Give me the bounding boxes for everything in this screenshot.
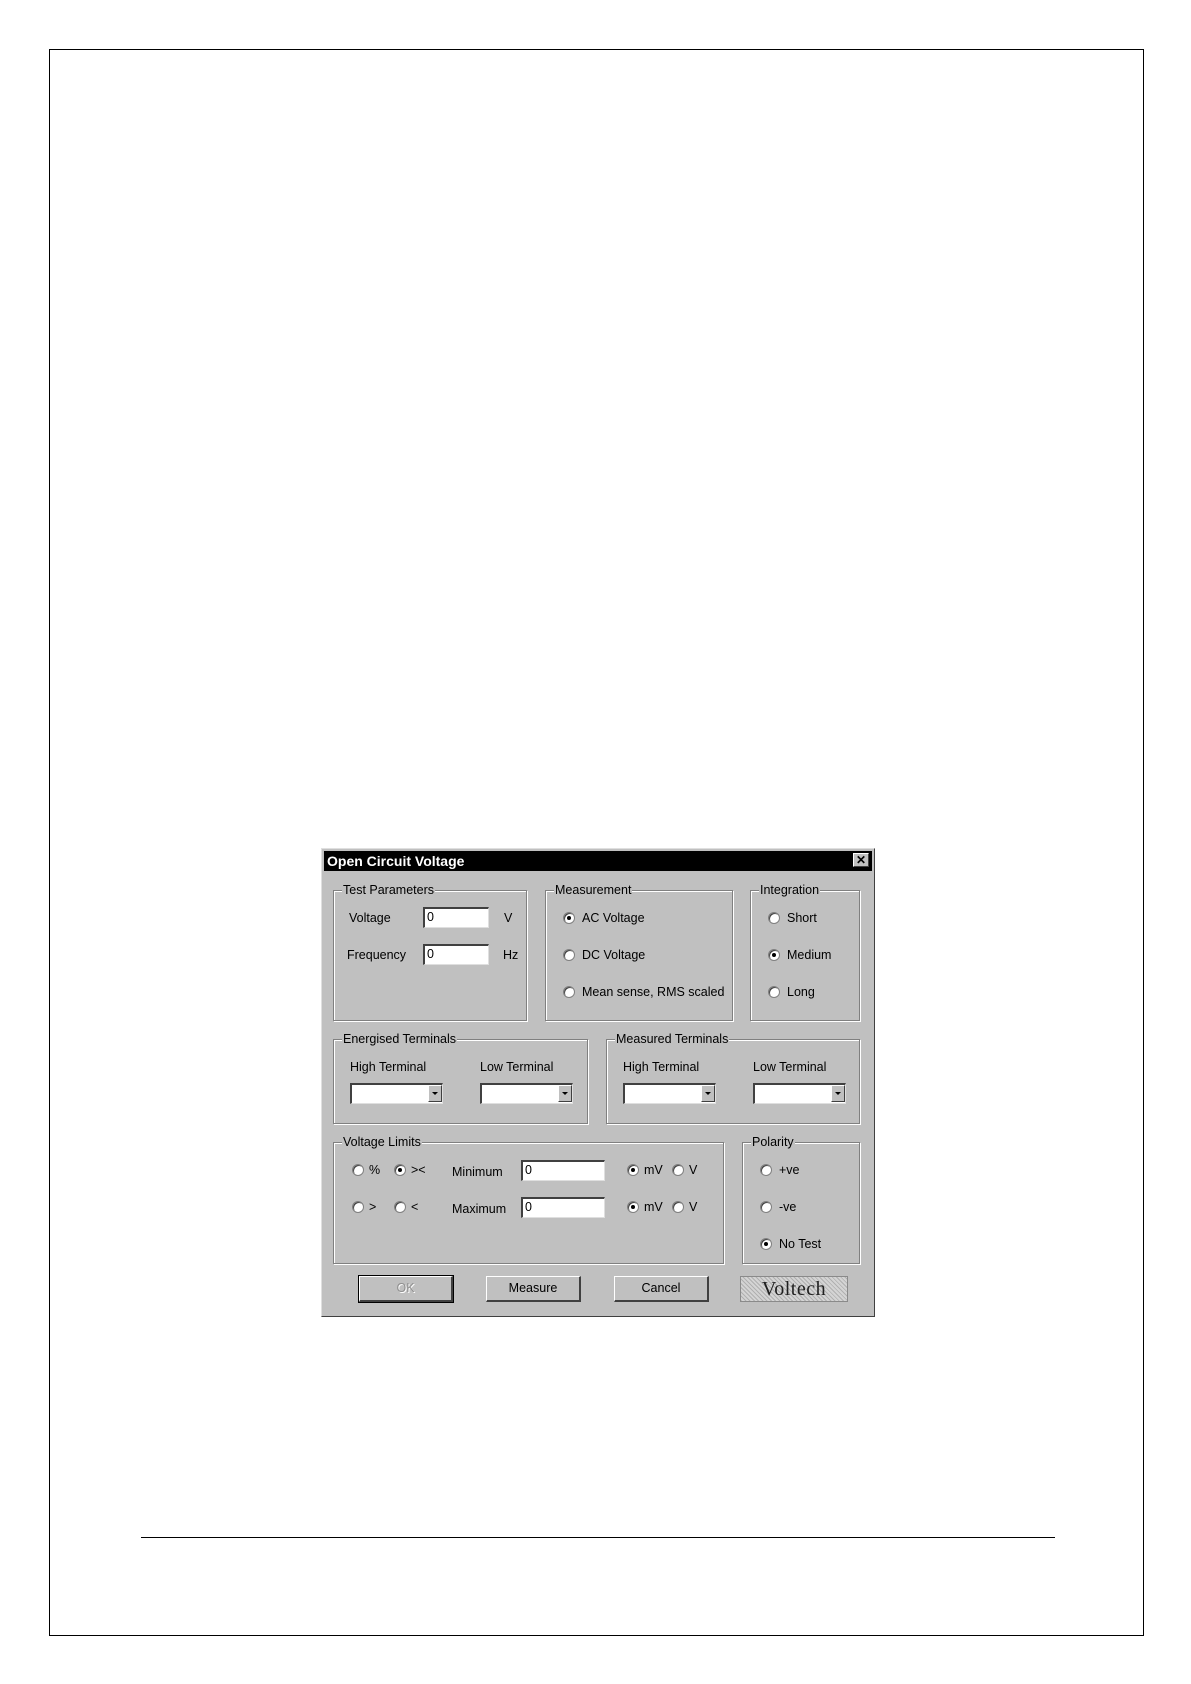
integration-group: Integration Short Medium Long xyxy=(750,883,860,1021)
polarity-no-test-label: No Test xyxy=(779,1237,822,1251)
dialog-title: Open Circuit Voltage xyxy=(327,853,465,869)
less-than-radio[interactable] xyxy=(394,1201,406,1213)
polarity-positive-radio[interactable] xyxy=(760,1164,772,1176)
maximum-label: Maximum xyxy=(452,1202,507,1216)
chevron-down-icon[interactable] xyxy=(831,1085,845,1102)
frequency-label: Frequency xyxy=(347,948,407,962)
measured-terminals-label: Measured Terminals xyxy=(615,1032,730,1047)
measured-high-terminal-label: High Terminal xyxy=(623,1060,700,1074)
minimum-mv-radio[interactable] xyxy=(627,1164,639,1176)
frequency-unit: Hz xyxy=(503,948,519,962)
polarity-label: Polarity xyxy=(751,1135,795,1150)
energised-low-terminal-select[interactable] xyxy=(480,1083,573,1104)
integration-short-radio[interactable] xyxy=(768,912,780,924)
energised-high-terminal-select[interactable] xyxy=(350,1083,443,1104)
energised-high-terminal-label: High Terminal xyxy=(350,1060,427,1074)
range-limit-label: >< xyxy=(411,1163,426,1177)
integration-short-label: Short xyxy=(787,911,817,925)
test-parameters-label: Test Parameters xyxy=(342,883,436,898)
measured-low-terminal-label: Low Terminal xyxy=(753,1060,827,1074)
energised-terminals-label: Energised Terminals xyxy=(342,1032,458,1047)
mean-sense-radio[interactable] xyxy=(563,986,575,998)
ok-button[interactable]: OK xyxy=(358,1275,454,1303)
minimum-v-radio[interactable] xyxy=(672,1164,684,1176)
mean-sense-label: Mean sense, RMS scaled xyxy=(582,985,725,999)
greater-than-label: > xyxy=(369,1200,377,1214)
minimum-label: Minimum xyxy=(452,1165,503,1179)
ac-voltage-label: AC Voltage xyxy=(582,911,645,925)
percent-limit-radio[interactable] xyxy=(352,1164,364,1176)
range-limit-radio[interactable] xyxy=(394,1164,406,1176)
maximum-mv-radio[interactable] xyxy=(627,1201,639,1213)
minimum-mv-label: mV xyxy=(644,1163,663,1177)
measurement-label: Measurement xyxy=(554,883,633,898)
dc-voltage-label: DC Voltage xyxy=(582,948,646,962)
measured-terminals-group: Measured Terminals High Terminal Low Ter… xyxy=(606,1032,860,1124)
energised-low-terminal-label: Low Terminal xyxy=(480,1060,554,1074)
integration-medium-label: Medium xyxy=(787,948,832,962)
maximum-input[interactable]: 0 xyxy=(521,1197,605,1218)
voltage-input[interactable]: 0 xyxy=(423,907,489,928)
measurement-group: Measurement AC Voltage DC Voltage Mean s… xyxy=(545,883,733,1021)
voltage-limits-label: Voltage Limits xyxy=(342,1135,422,1150)
chevron-down-icon[interactable] xyxy=(558,1085,572,1102)
close-icon[interactable]: ✕ xyxy=(853,853,869,867)
maximum-v-radio[interactable] xyxy=(672,1201,684,1213)
dc-voltage-radio[interactable] xyxy=(563,949,575,961)
polarity-group: Polarity +ve -ve No Test xyxy=(742,1135,860,1264)
measure-button[interactable]: Measure xyxy=(486,1276,581,1302)
voltech-logo: Voltech xyxy=(740,1276,848,1302)
voltage-unit: V xyxy=(504,911,513,925)
integration-label: Integration xyxy=(759,883,821,898)
less-than-label: < xyxy=(411,1200,419,1214)
footer-rule xyxy=(141,1537,1055,1538)
frequency-input[interactable]: 0 xyxy=(423,944,489,965)
maximum-v-label: V xyxy=(689,1200,698,1214)
cancel-button[interactable]: Cancel xyxy=(614,1276,709,1302)
polarity-negative-label: -ve xyxy=(779,1200,797,1214)
test-parameters-group: Test Parameters Voltage 0 V Frequency 0 … xyxy=(333,883,527,1021)
greater-than-radio[interactable] xyxy=(352,1201,364,1213)
open-circuit-voltage-dialog: Open Circuit Voltage ✕ Test Parameters V… xyxy=(321,848,875,1317)
polarity-negative-radio[interactable] xyxy=(760,1201,772,1213)
polarity-no-test-radio[interactable] xyxy=(760,1238,772,1250)
dialog-title-bar: Open Circuit Voltage ✕ xyxy=(324,851,872,871)
ac-voltage-radio[interactable] xyxy=(563,912,575,924)
measured-high-terminal-select[interactable] xyxy=(623,1083,716,1104)
integration-medium-radio[interactable] xyxy=(768,949,780,961)
energised-terminals-group: Energised Terminals High Terminal Low Te… xyxy=(333,1032,588,1124)
integration-long-label: Long xyxy=(787,985,815,999)
percent-limit-label: % xyxy=(369,1163,381,1177)
maximum-mv-label: mV xyxy=(644,1200,663,1214)
chevron-down-icon[interactable] xyxy=(428,1085,442,1102)
voltage-limits-group: Voltage Limits % >< > < Minimum 0 mV V M… xyxy=(333,1135,724,1264)
minimum-v-label: V xyxy=(689,1163,698,1177)
minimum-input[interactable]: 0 xyxy=(521,1160,605,1181)
measured-low-terminal-select[interactable] xyxy=(753,1083,846,1104)
chevron-down-icon[interactable] xyxy=(701,1085,715,1102)
integration-long-radio[interactable] xyxy=(768,986,780,998)
voltage-label: Voltage xyxy=(349,911,391,925)
polarity-positive-label: +ve xyxy=(779,1163,800,1177)
page-border xyxy=(49,49,1144,1636)
